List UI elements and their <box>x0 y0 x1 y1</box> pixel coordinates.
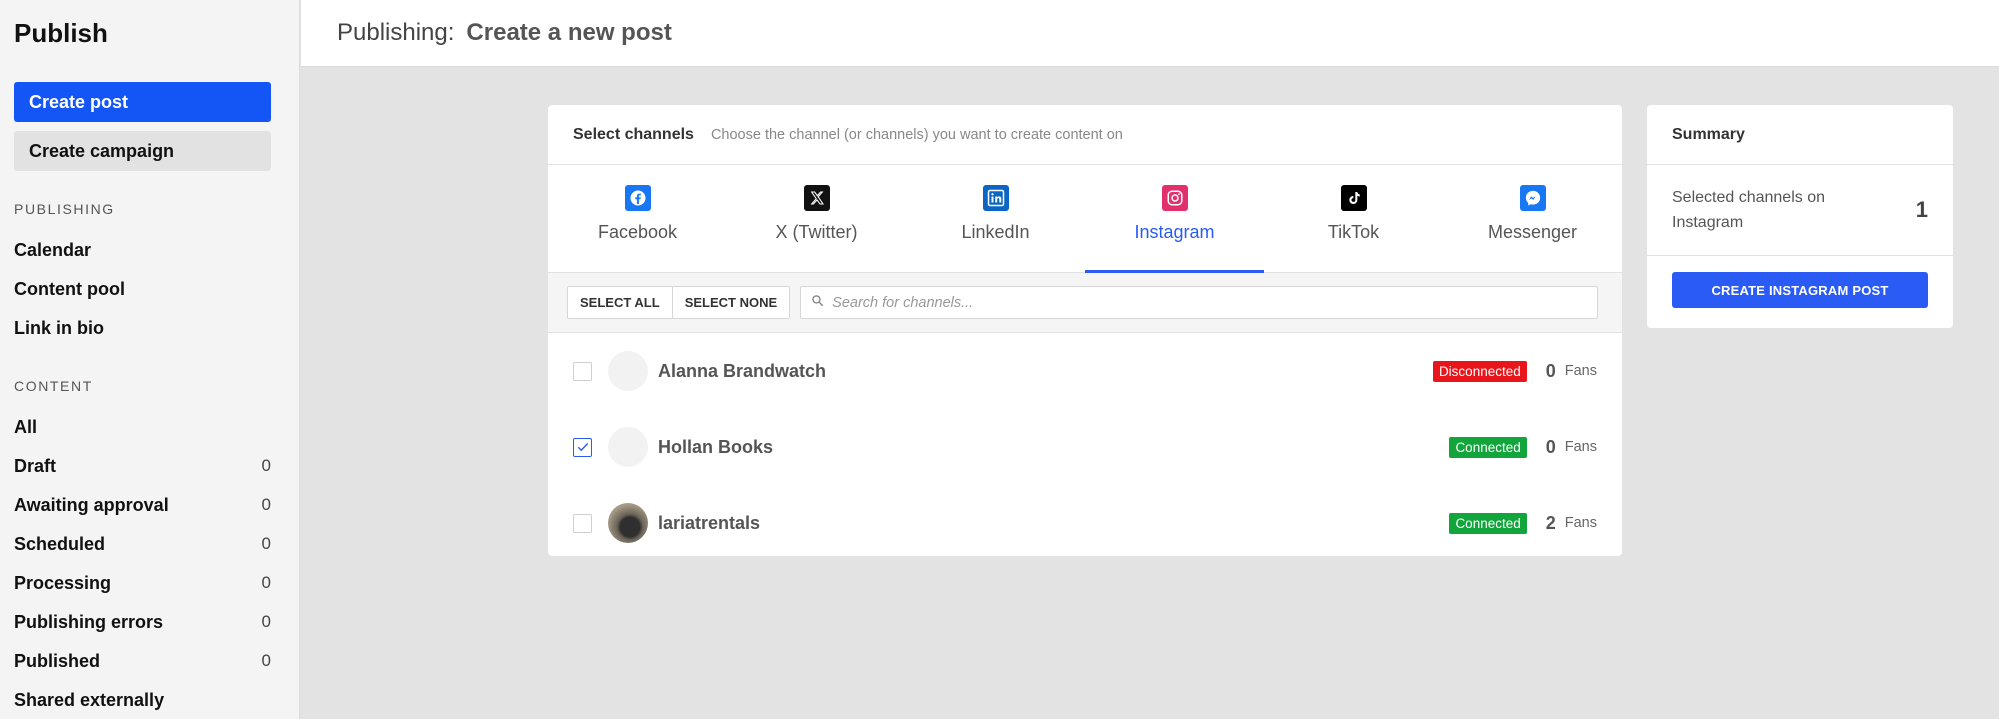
checkmark-icon <box>577 443 588 452</box>
sidebar-item-content-pool[interactable]: Content pool <box>14 279 271 300</box>
messenger-icon <box>1519 185 1546 211</box>
tab-instagram[interactable]: Instagram <box>1085 165 1264 273</box>
fans-count: 0 <box>1545 436 1556 457</box>
avatar <box>608 427 648 467</box>
summary-selected-count: 1 <box>1915 197 1928 222</box>
channel-name: Hollan Books <box>658 436 774 457</box>
select-all-button[interactable]: SELECT ALL <box>568 287 672 318</box>
fans-count: 0 <box>1545 360 1556 381</box>
tab-facebook[interactable]: Facebook <box>548 165 727 272</box>
page-header: Publishing: Create a new post <box>301 0 1999 67</box>
channel-name: Alanna Brandwatch <box>658 360 827 381</box>
sidebar-item-all[interactable]: All <box>14 417 271 438</box>
channel-name: lariatrentals <box>658 512 761 533</box>
summary-body: Selected channels on Instagram 1 <box>1647 165 1953 256</box>
create-instagram-post-button[interactable]: CREATE INSTAGRAM POST <box>1672 272 1928 308</box>
sidebar-item-count: 0 <box>261 456 271 475</box>
create-post-button[interactable]: Create post <box>14 82 271 122</box>
sidebar-item-count: 0 <box>261 651 271 670</box>
sidebar-item-label: Draft <box>14 456 57 476</box>
tab-label: X (Twitter) <box>775 222 858 242</box>
channel-checkbox[interactable] <box>573 361 592 381</box>
status-badge: Disconnected <box>1432 360 1527 382</box>
search-input[interactable] <box>832 294 1593 311</box>
instagram-icon <box>1161 185 1188 211</box>
sidebar-item-scheduled[interactable]: Scheduled 0 <box>14 534 271 555</box>
sidebar-item-shared-externally[interactable]: Shared externally <box>14 690 271 711</box>
channel-row[interactable]: lariatrentals Connected 2 Fans <box>548 485 1622 556</box>
sidebar-item-count: 0 <box>261 612 271 631</box>
avatar <box>608 351 648 391</box>
sidebar-item-label: Shared externally <box>14 690 165 710</box>
sidebar-item-label: Content pool <box>14 279 125 299</box>
select-channels-label: Select channels <box>573 125 694 143</box>
sidebar-item-published[interactable]: Published 0 <box>14 651 271 672</box>
sidebar-item-count: 0 <box>261 534 271 553</box>
sidebar-item-label: Processing <box>14 573 112 593</box>
publishing-heading: PUBLISHING <box>14 201 115 217</box>
sidebar-item-label: All <box>14 417 38 437</box>
sidebar-item-count: 0 <box>261 495 271 514</box>
sidebar-item-draft[interactable]: Draft 0 <box>14 456 271 477</box>
tiktok-icon <box>1340 185 1367 211</box>
summary-selected-text: Selected channels on Instagram <box>1672 189 1825 231</box>
tab-x-twitter[interactable]: X (Twitter) <box>727 165 906 272</box>
channel-checkbox[interactable] <box>573 513 592 533</box>
tab-label: Facebook <box>597 222 678 242</box>
summary-title: Summary <box>1647 105 1953 165</box>
status-badge: Connected <box>1449 436 1527 458</box>
create-campaign-button[interactable]: Create campaign <box>14 131 271 171</box>
sidebar-item-calendar[interactable]: Calendar <box>14 240 271 261</box>
tab-label: Instagram <box>1134 222 1215 242</box>
sidebar-item-processing[interactable]: Processing 0 <box>14 573 271 594</box>
search-icon <box>811 294 824 312</box>
channel-row[interactable]: Alanna Brandwatch Disconnected 0 Fans <box>548 333 1622 409</box>
tab-linkedin[interactable]: LinkedIn <box>906 165 1085 272</box>
avatar <box>608 503 648 543</box>
x-twitter-icon <box>803 185 830 211</box>
select-none-button[interactable]: SELECT NONE <box>671 287 790 318</box>
channel-search <box>800 286 1599 319</box>
sidebar-item-link-in-bio[interactable]: Link in bio <box>14 318 271 339</box>
linkedin-icon <box>982 185 1009 211</box>
app-title: Publish <box>14 18 108 48</box>
sidebar-item-label: Calendar <box>14 240 92 260</box>
selection-buttons: SELECT ALL SELECT NONE <box>567 286 791 319</box>
select-channels-card: Select channels Choose the channel (or c… <box>548 105 1622 556</box>
content-heading: CONTENT <box>14 378 93 394</box>
tab-label: TikTok <box>1327 222 1380 242</box>
channel-toolbar: SELECT ALL SELECT NONE <box>548 273 1622 333</box>
page-title: Create a new post <box>466 19 672 46</box>
header-prefix: Publishing: <box>337 19 455 46</box>
tab-label: LinkedIn <box>961 222 1030 242</box>
sidebar-item-label: Awaiting approval <box>14 495 169 515</box>
tab-tiktok[interactable]: TikTok <box>1264 165 1443 272</box>
sidebar-item-label: Link in bio <box>14 318 104 338</box>
sidebar-item-count: 0 <box>261 573 271 592</box>
fans-label: Fans <box>1564 363 1597 379</box>
select-channels-hint: Choose the channel (or channels) you wan… <box>710 126 1123 143</box>
tab-messenger[interactable]: Messenger <box>1443 165 1622 272</box>
fans-label: Fans <box>1564 439 1597 455</box>
channel-row[interactable]: Hollan Books Connected 0 Fans <box>548 409 1622 485</box>
fans-count: 2 <box>1545 512 1556 533</box>
sidebar: Publish Create post Create campaign PUBL… <box>0 0 300 719</box>
status-badge: Connected <box>1449 512 1527 534</box>
sidebar-item-label: Publishing errors <box>14 612 164 632</box>
facebook-icon <box>624 185 651 211</box>
sidebar-item-publishing-errors[interactable]: Publishing errors 0 <box>14 612 271 633</box>
channel-tabs: Facebook X (Twitter) LinkedIn Instagram … <box>548 165 1622 273</box>
fans-label: Fans <box>1564 515 1597 531</box>
select-channels-header: Select channels Choose the channel (or c… <box>548 105 1622 165</box>
sidebar-item-awaiting-approval[interactable]: Awaiting approval 0 <box>14 495 271 516</box>
sidebar-item-label: Published <box>14 651 101 671</box>
summary-card: Summary Selected channels on Instagram 1… <box>1647 105 1953 328</box>
sidebar-item-label: Scheduled <box>14 534 106 554</box>
channel-checkbox[interactable] <box>573 437 592 457</box>
tab-label: Messenger <box>1487 222 1578 242</box>
